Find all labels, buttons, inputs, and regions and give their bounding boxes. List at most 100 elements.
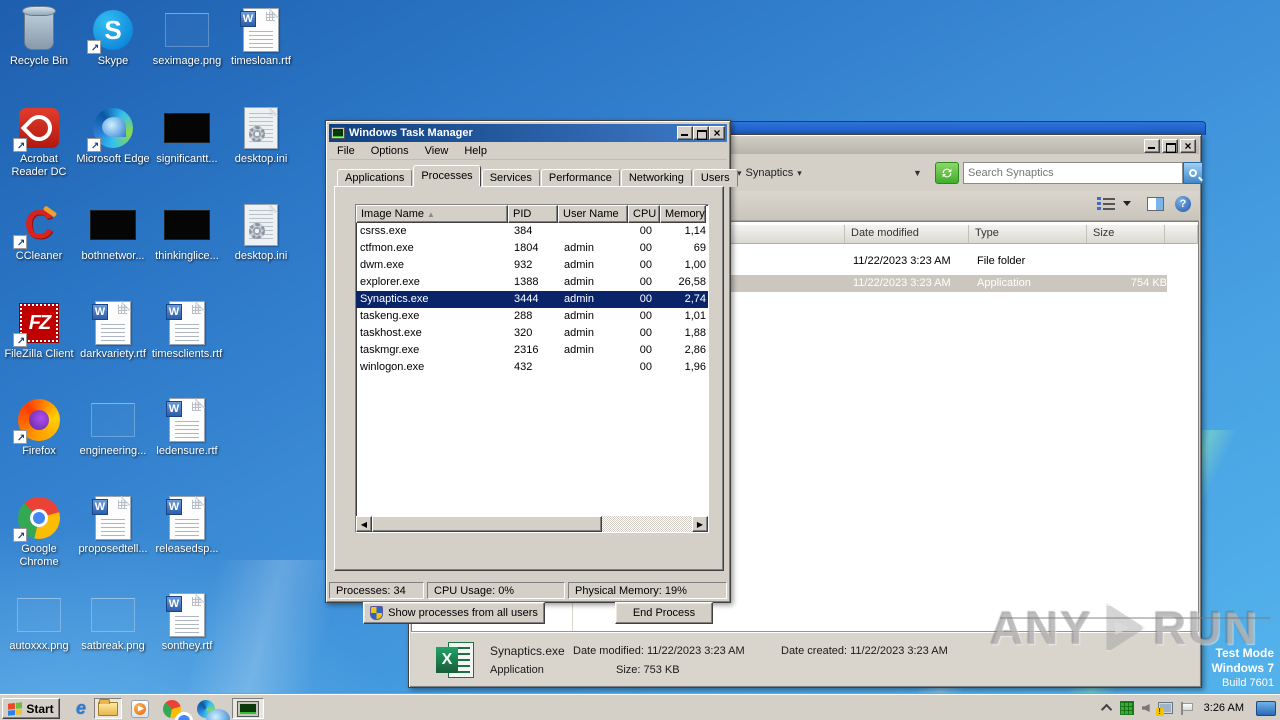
process-row[interactable]: csrss.exe 384 00 1,14 bbox=[356, 223, 708, 240]
desktop-icon-acrobat[interactable]: Acrobat Reader DC bbox=[2, 106, 76, 179]
column-user-name[interactable]: User Name bbox=[558, 205, 628, 223]
window-title: Windows Task Manager bbox=[349, 127, 473, 139]
volume-icon[interactable] bbox=[1141, 704, 1150, 712]
show-hidden-icons-chevron[interactable] bbox=[1100, 703, 1112, 716]
task-manager-titlebar[interactable]: Windows Task Manager bbox=[329, 124, 727, 142]
tab-networking[interactable]: Networking bbox=[620, 169, 692, 187]
tab-performance[interactable]: Performance bbox=[540, 169, 620, 187]
minimize-button[interactable] bbox=[1144, 138, 1160, 153]
desktop-icon-chrome[interactable]: Google Chrome bbox=[2, 496, 76, 569]
menu-help[interactable]: Help bbox=[456, 143, 495, 159]
tab-services[interactable]: Services bbox=[481, 169, 540, 187]
maximize-button[interactable] bbox=[693, 126, 709, 140]
desktop-icon-firefox[interactable]: Firefox bbox=[2, 398, 76, 458]
process-row[interactable]: dwm.exe 932 admin 00 1,00 bbox=[356, 257, 708, 274]
network-activity-icon[interactable] bbox=[1119, 701, 1134, 715]
desktop-icon-label: Microsoft Edge bbox=[76, 153, 150, 165]
desktop-icon-label: timesloan.rtf bbox=[231, 55, 291, 67]
tab-users[interactable]: Users bbox=[692, 169, 738, 187]
desktop-icon-edge[interactable]: Microsoft Edge bbox=[76, 106, 150, 166]
column-cpu[interactable]: CPU bbox=[628, 205, 660, 223]
desktop-icon-filezilla[interactable]: FileZilla Client bbox=[2, 301, 76, 361]
minimize-button[interactable] bbox=[677, 126, 693, 140]
desktop-icon-label: sonthey.rtf bbox=[161, 640, 213, 652]
desktop-icon-releasedsp[interactable]: releasedsp... bbox=[150, 496, 224, 556]
process-row[interactable]: winlogon.exe 432 00 1,96 bbox=[356, 359, 708, 376]
desktop-icon-ccleaner[interactable]: CCleaner bbox=[2, 203, 76, 263]
file-size: 754 KB bbox=[1130, 277, 1167, 289]
search-button[interactable] bbox=[1183, 162, 1203, 184]
preview-pane-icon[interactable] bbox=[1147, 197, 1164, 211]
desktop-icon-label: desktop.ini bbox=[234, 153, 288, 165]
desktop-icon-engineering[interactable]: engineering... bbox=[76, 398, 150, 458]
views-dropdown-icon[interactable] bbox=[1123, 201, 1131, 210]
process-row[interactable]: taskeng.exe 288 admin 00 1,01 bbox=[356, 308, 708, 325]
desktop-icon-satbreak[interactable]: satbreak.png bbox=[76, 593, 150, 653]
taskbar-chrome-button[interactable] bbox=[160, 698, 193, 720]
desktop-icon-darkvariety[interactable]: darkvariety.rtf bbox=[76, 301, 150, 361]
column-pid[interactable]: PID bbox=[508, 205, 558, 223]
taskbar-task-manager-button[interactable] bbox=[232, 698, 264, 719]
breadcrumb[interactable]: ▾ Synaptics ▾ bbox=[737, 162, 802, 184]
desktop-icon-timesclients[interactable]: timesclients.rtf bbox=[150, 301, 224, 361]
column-memory[interactable]: Memory ( bbox=[660, 205, 706, 223]
tab-processes[interactable]: Processes bbox=[413, 165, 481, 187]
scroll-right-icon[interactable]: ▶ bbox=[692, 516, 708, 532]
help-icon[interactable] bbox=[1175, 196, 1191, 212]
maximize-button[interactable] bbox=[1162, 138, 1178, 153]
views-icon[interactable] bbox=[1097, 197, 1115, 211]
desktop-icon-significantt[interactable]: significantt... bbox=[150, 106, 224, 166]
column-date-modified[interactable]: Date modified bbox=[845, 225, 969, 244]
desktop-icon-desktop-ini-1[interactable]: desktop.ini bbox=[224, 106, 298, 166]
taskbar-media-player-button[interactable] bbox=[128, 698, 152, 719]
desktop-icon-timesloan[interactable]: timesloan.rtf bbox=[224, 8, 298, 68]
tab-applications[interactable]: Applications bbox=[337, 169, 413, 187]
process-row[interactable]: ctfmon.exe 1804 admin 00 69 bbox=[356, 240, 708, 257]
process-row[interactable]: taskhost.exe 320 admin 00 1,88 bbox=[356, 325, 708, 342]
process-row[interactable]: taskmgr.exe 2316 admin 00 2,86 bbox=[356, 342, 708, 359]
column-type[interactable]: Type bbox=[969, 225, 1087, 244]
menu-file[interactable]: File bbox=[329, 143, 363, 159]
menu-view[interactable]: View bbox=[417, 143, 457, 159]
search-input[interactable] bbox=[963, 162, 1183, 184]
scrollbar-thumb[interactable] bbox=[372, 516, 603, 532]
action-center-flag-icon[interactable] bbox=[1180, 701, 1193, 715]
clock[interactable]: 3:26 AM bbox=[1200, 702, 1248, 714]
desktop-icon-thinkinglice[interactable]: thinkinglice... bbox=[150, 203, 224, 263]
desktop-icon-skype[interactable]: Skype bbox=[76, 8, 150, 68]
horizontal-scrollbar[interactable]: ◀ ▶ bbox=[356, 516, 708, 532]
image-file-icon bbox=[15, 593, 63, 637]
show-all-processes-button[interactable]: Show processes from all users bbox=[363, 602, 545, 624]
network-status-icon[interactable] bbox=[1155, 702, 1173, 716]
taskbar-explorer-button[interactable] bbox=[94, 698, 122, 719]
close-button[interactable] bbox=[1180, 138, 1196, 153]
process-row[interactable]: explorer.exe 1388 admin 00 26,58 bbox=[356, 274, 708, 291]
scroll-left-icon[interactable]: ◀ bbox=[356, 516, 372, 532]
close-button[interactable] bbox=[709, 126, 725, 140]
column-image-name[interactable]: Image Name ▲ bbox=[356, 205, 508, 223]
address-dropdown-icon[interactable]: ▼ bbox=[913, 168, 922, 178]
desktop-icon-bothnetwor[interactable]: bothnetwor... bbox=[76, 203, 150, 263]
refresh-button[interactable] bbox=[935, 162, 959, 184]
process-row-selected[interactable]: Synaptics.exe 3444 admin 00 2,74 bbox=[356, 291, 708, 308]
desktop-icon-label: darkvariety.rtf bbox=[80, 348, 146, 360]
desktop-icon-seximage[interactable]: seximage.png bbox=[150, 8, 224, 68]
image-file-icon bbox=[89, 398, 137, 442]
end-process-button[interactable]: End Process bbox=[615, 602, 713, 624]
breadcrumb-item[interactable]: Synaptics bbox=[746, 167, 794, 179]
processes-tab-page: Image Name ▲ PID User Name CPU Memory ( … bbox=[334, 186, 724, 624]
start-button[interactable]: Start bbox=[2, 698, 60, 719]
menu-options[interactable]: Options bbox=[363, 143, 417, 159]
word-doc-icon bbox=[89, 496, 137, 540]
column-size[interactable]: Size bbox=[1087, 225, 1165, 244]
desktop-icon-proposedtell[interactable]: proposedtell... bbox=[76, 496, 150, 556]
taskbar-ie-button[interactable]: e bbox=[70, 698, 92, 719]
desktop-icon-ledensure[interactable]: ledensure.rtf bbox=[150, 398, 224, 458]
taskbar-edge-button[interactable] bbox=[194, 698, 230, 720]
desktop-icon-sonthey[interactable]: sonthey.rtf bbox=[150, 593, 224, 653]
status-processes: Processes: 34 bbox=[329, 582, 424, 599]
show-desktop-button[interactable] bbox=[1256, 700, 1276, 716]
desktop-icon-recycle-bin[interactable]: Recycle Bin bbox=[2, 6, 76, 68]
desktop-icon-desktop-ini-2[interactable]: desktop.ini bbox=[224, 203, 298, 263]
desktop-icon-autoxxx[interactable]: autoxxx.png bbox=[2, 593, 76, 653]
